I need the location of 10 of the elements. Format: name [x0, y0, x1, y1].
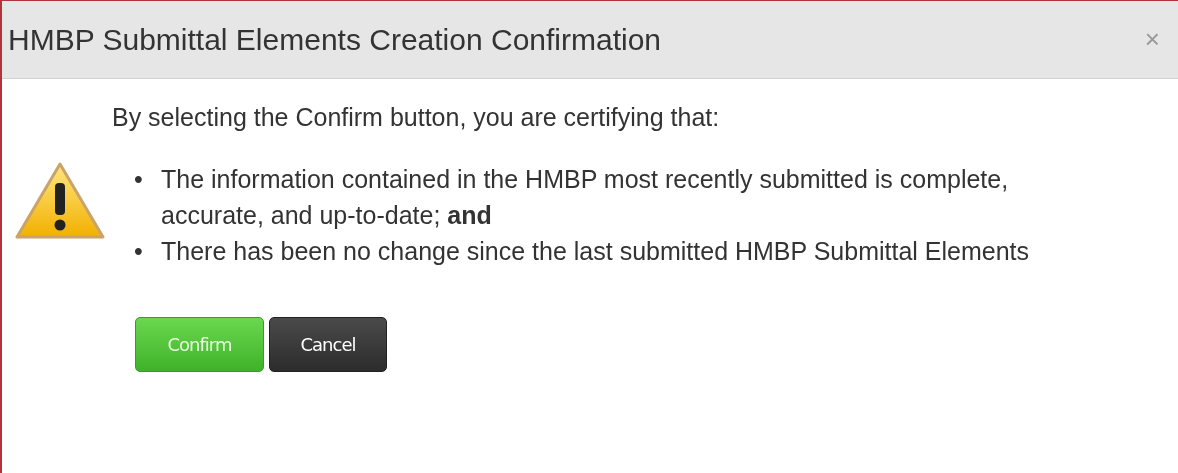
intro-text: By selecting the Confirm button, you are certifying that: [112, 103, 721, 132]
bullet-icon: • [134, 161, 161, 233]
cancel-button[interactable]: Cancel [269, 317, 387, 372]
warning-icon [14, 161, 106, 241]
close-button[interactable]: × [1140, 24, 1164, 55]
bullet-text: The information contained in the HMBP most recently submitted is complete, accurate, and up-to-date; and [161, 164, 1010, 231]
confirm-button[interactable]: Confirm [135, 317, 264, 372]
bullet-text: There has been no change since the last submitted HMBP Submittal Elements [161, 236, 1031, 267]
bullet-icon: • [134, 233, 161, 269]
dialog-title: HMBP Submittal Elements Creation Confirmation [8, 22, 662, 57]
